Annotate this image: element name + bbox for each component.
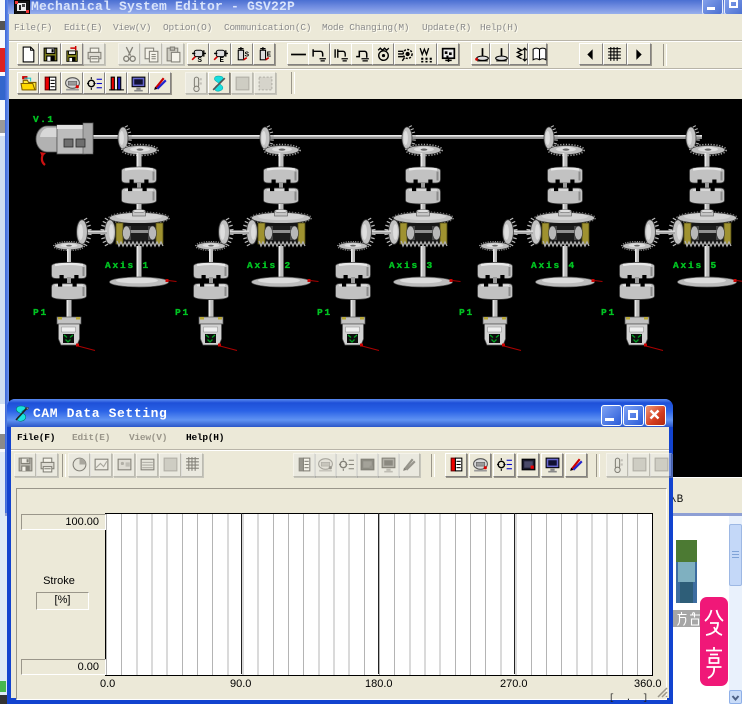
svg-text:E: E bbox=[267, 52, 272, 60]
svg-text:S: S bbox=[245, 52, 250, 60]
svg-text:S: S bbox=[197, 57, 202, 63]
svg-text:P1: P1 bbox=[317, 307, 332, 318]
svg-text:Axis 4: Axis 4 bbox=[531, 260, 576, 271]
svg-text:Axis 2: Axis 2 bbox=[247, 260, 292, 271]
svg-text:V.1: V.1 bbox=[33, 114, 55, 125]
svg-text:E: E bbox=[219, 57, 224, 63]
svg-text:Axis 1: Axis 1 bbox=[105, 260, 150, 271]
svg-text:P1: P1 bbox=[175, 307, 190, 318]
svg-text:P1: P1 bbox=[601, 307, 616, 318]
svg-text:P1: P1 bbox=[33, 307, 48, 318]
svg-text:P1: P1 bbox=[459, 307, 474, 318]
svg-text:Axis 3: Axis 3 bbox=[389, 260, 434, 271]
svg-text:Axis 5: Axis 5 bbox=[673, 260, 718, 271]
